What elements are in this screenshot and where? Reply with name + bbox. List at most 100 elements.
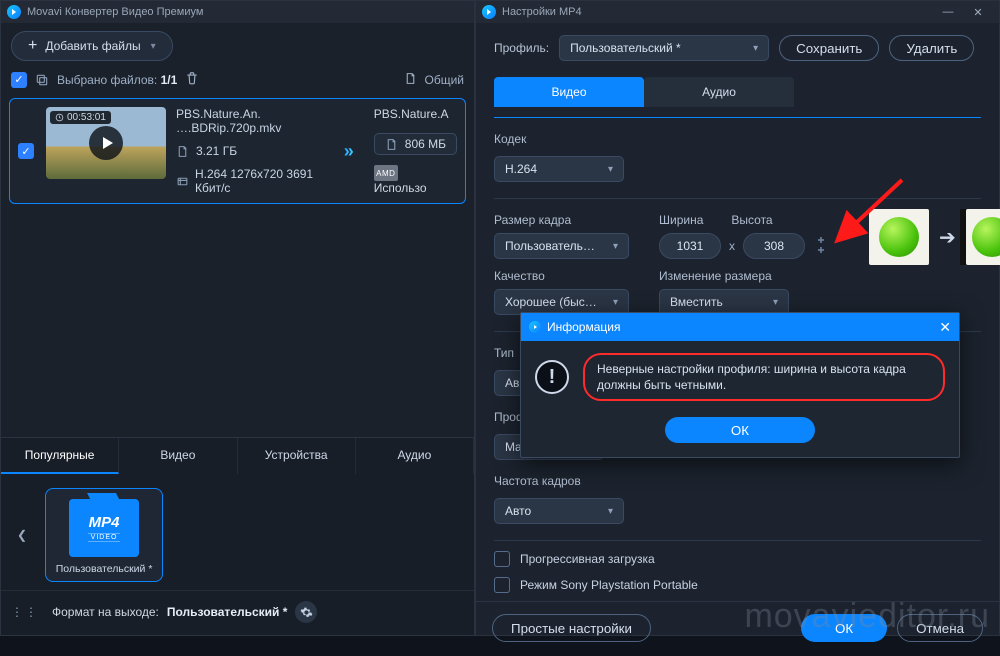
- dialog-title: Информация: [547, 320, 620, 334]
- psp-checkbox-row[interactable]: Режим Sony Playstation Portable: [494, 577, 981, 593]
- app-logo-icon: [7, 5, 21, 19]
- output-format-value: Пользовательский *: [167, 605, 288, 619]
- progressive-label: Прогрессивная загрузка: [520, 552, 655, 566]
- height-input[interactable]: 308: [743, 233, 805, 259]
- chevron-down-icon: ▾: [151, 41, 156, 52]
- file-codec-info: H.264 1276x720 3691 Кбит/с: [195, 167, 334, 195]
- output-name: PBS.Nature.A: [374, 107, 449, 123]
- info-dialog: Информация ✕ ! Неверные настройки профил…: [520, 312, 960, 458]
- bottom-panel: Популярные Видео Устройства Аудио ❮ MP4 …: [1, 437, 474, 635]
- fps-select[interactable]: Авто▾: [494, 498, 624, 524]
- cancel-button[interactable]: Отмена: [897, 614, 983, 642]
- delete-profile-button[interactable]: Удалить: [889, 35, 974, 61]
- alert-icon: !: [535, 360, 569, 394]
- file-size: 3.21 ГБ: [196, 144, 237, 158]
- file-checkbox[interactable]: ✓: [18, 143, 34, 159]
- selection-bar: ✓ Выбрано файлов: 1/1 Общий: [1, 69, 474, 96]
- select-all-checkbox[interactable]: ✓: [11, 72, 27, 88]
- ok-button[interactable]: ОК: [801, 614, 887, 642]
- output-format-label: Формат на выходе:: [52, 605, 159, 619]
- checkbox-icon[interactable]: [494, 577, 510, 593]
- settings-title: Настройки MP4: [502, 6, 582, 18]
- main-titlebar: Movavi Конвертер Видео Премиум: [1, 1, 474, 23]
- quality-label: Качество: [494, 269, 629, 283]
- frame-size-select[interactable]: Пользователь…▾: [494, 233, 629, 259]
- psp-label: Режим Sony Playstation Portable: [520, 578, 698, 592]
- width-input[interactable]: 1031: [659, 233, 721, 259]
- chevron-down-icon: ▾: [753, 43, 758, 54]
- close-button[interactable]: ✕: [963, 1, 993, 23]
- app-logo-icon: [482, 5, 496, 19]
- media-tabs: Видео Аудио: [494, 77, 981, 107]
- gpu-label: Использо: [374, 181, 427, 195]
- preset-prev-button[interactable]: ❮: [11, 528, 33, 542]
- simple-settings-button[interactable]: Простые настройки: [492, 614, 651, 642]
- width-label: Ширина: [659, 213, 703, 227]
- delete-selected-button[interactable]: [185, 71, 199, 88]
- file-card[interactable]: ✓ 00:53:01 PBS.Nature.An. ….BDRip.720p.m…: [9, 98, 466, 204]
- play-icon[interactable]: [89, 126, 123, 160]
- file-output: PBS.Nature.A 806 МБ AMD Использо: [368, 107, 457, 195]
- settings-footer: Простые настройки ОК Отмена: [476, 601, 999, 656]
- output-size-pill[interactable]: 806 МБ: [374, 133, 457, 155]
- output-format-bar: ⋮⋮ Формат на выходе: Пользовательский *: [1, 590, 474, 635]
- preset-card[interactable]: MP4 VIDEO Пользовательский *: [45, 488, 163, 582]
- plus-icon: +: [28, 37, 37, 55]
- document-icon: [404, 72, 417, 88]
- preset-row: ❮ MP4 VIDEO Пользовательский *: [1, 474, 474, 590]
- profile-select[interactable]: Пользовательский *▾: [559, 35, 769, 61]
- progressive-checkbox-row[interactable]: Прогрессивная загрузка: [494, 551, 981, 567]
- file-thumbnail[interactable]: 00:53:01: [46, 107, 166, 179]
- preview-original: [869, 209, 929, 265]
- selected-count-label: Выбрано файлов: 1/1: [57, 73, 177, 87]
- preset-label: Пользовательский *: [56, 563, 153, 575]
- resize-preview: ➔: [869, 209, 1000, 265]
- file-icon: [176, 145, 190, 158]
- tab-audio[interactable]: Аудио: [356, 438, 474, 474]
- dialog-ok-button[interactable]: ОК: [665, 417, 815, 443]
- tab-audio-settings[interactable]: Аудио: [644, 77, 794, 107]
- save-profile-button[interactable]: Сохранить: [779, 35, 879, 61]
- gpu-badge: AMD: [374, 165, 398, 181]
- file-icon: [385, 138, 399, 151]
- add-files-button[interactable]: + Добавить файлы ▾: [11, 31, 173, 61]
- copy-icon: [35, 73, 49, 87]
- tab-popular[interactable]: Популярные: [1, 438, 119, 474]
- arrow-right-icon: ➔: [939, 225, 956, 250]
- main-title: Movavi Конвертер Видео Премиум: [27, 6, 203, 18]
- convert-arrow-icon: »: [344, 141, 354, 162]
- duration-badge: 00:53:01: [50, 111, 111, 124]
- settings-titlebar: Настройки MP4 ― ✕: [476, 1, 999, 23]
- chevron-down-icon: ▾: [613, 241, 618, 252]
- chevron-down-icon: ▾: [773, 297, 778, 308]
- main-window: Movavi Конвертер Видео Премиум + Добавит…: [0, 0, 475, 636]
- file-meta: PBS.Nature.An. ….BDRip.720p.mkv 3.21 ГБ …: [176, 107, 334, 195]
- tab-devices[interactable]: Устройства: [238, 438, 356, 474]
- chevron-down-icon: ▾: [613, 297, 618, 308]
- total-size-label: Общий: [425, 73, 465, 87]
- fps-label: Частота кадров: [494, 474, 981, 488]
- preset-mp4-icon: MP4 VIDEO: [69, 499, 139, 557]
- checkbox-icon[interactable]: [494, 551, 510, 567]
- grip-icon[interactable]: ⋮⋮: [11, 605, 39, 619]
- preview-result: [966, 209, 1000, 265]
- dialog-titlebar: Информация ✕: [521, 313, 959, 341]
- chevron-down-icon: ▾: [608, 164, 613, 175]
- settings-gear-button[interactable]: [295, 601, 317, 623]
- minimize-button[interactable]: ―: [933, 1, 963, 23]
- link-aspect-icon[interactable]: [815, 235, 827, 258]
- x-separator: x: [727, 239, 737, 253]
- codec-select[interactable]: H.264▾: [494, 156, 624, 182]
- tab-video[interactable]: Видео: [119, 438, 237, 474]
- info-icon: [529, 321, 541, 333]
- chevron-down-icon: ▾: [608, 506, 613, 517]
- codec-label: Кодек: [494, 132, 981, 146]
- profile-label: Профиль:: [494, 41, 549, 55]
- file-name: PBS.Nature.An. ….BDRip.720p.mkv: [176, 107, 334, 135]
- dialog-close-button[interactable]: ✕: [939, 319, 951, 336]
- preset-tabs: Популярные Видео Устройства Аудио: [1, 438, 474, 474]
- dialog-message: Неверные настройки профиля: ширина и выс…: [583, 353, 945, 401]
- tab-video-settings[interactable]: Видео: [494, 77, 644, 107]
- add-files-label: Добавить файлы: [45, 39, 140, 53]
- height-label: Высота: [731, 213, 772, 227]
